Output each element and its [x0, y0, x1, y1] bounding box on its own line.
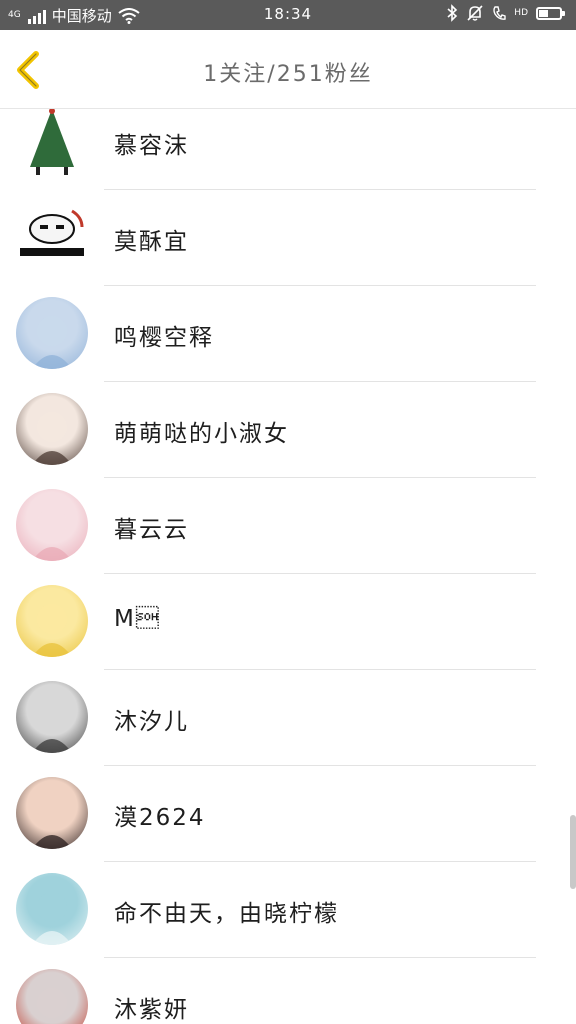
avatar[interactable]	[16, 201, 88, 273]
follower-list-item[interactable]: 慕容沫	[0, 109, 576, 190]
christmas-tree-icon	[30, 109, 74, 175]
header-bar: 1关注/251粉丝	[0, 30, 576, 109]
avatar-face-icon	[32, 316, 72, 369]
follower-list-item[interactable]: 命不由天，由晓柠檬	[0, 862, 576, 958]
follower-name: 慕容沫	[114, 133, 189, 159]
battery-level-fill	[539, 9, 548, 17]
avatar-face-icon	[37, 988, 67, 1018]
follower-name: 暮云云	[114, 517, 189, 543]
follower-list-item[interactable]: 萌萌哒的小淑女	[0, 382, 576, 478]
avatar[interactable]	[16, 585, 88, 657]
page-title: 1关注/251粉丝	[203, 62, 373, 87]
avatar-face-icon	[32, 508, 72, 561]
follower-list-item[interactable]: 漠2624	[0, 766, 576, 862]
follower-name: 沐紫妍	[114, 997, 189, 1023]
scrollbar-thumb[interactable]	[570, 815, 576, 889]
avatar[interactable]	[16, 969, 88, 1024]
follower-name: M	[114, 606, 161, 632]
battery-icon	[536, 6, 565, 20]
follower-list-item[interactable]: 沐紫妍	[0, 958, 576, 1024]
avatar-face-icon	[32, 604, 72, 657]
follower-list-item[interactable]: 沐汐儿	[0, 670, 576, 766]
follower-list-item[interactable]: 暮云云	[0, 478, 576, 574]
avatar[interactable]	[16, 489, 88, 561]
avatar[interactable]	[16, 109, 88, 177]
avatar[interactable]	[16, 777, 88, 849]
follower-name: 莫酥宜	[114, 229, 189, 255]
bluetooth-icon	[447, 4, 458, 22]
avatar[interactable]	[16, 873, 88, 945]
follower-name: 命不由天，由晓柠檬	[114, 901, 339, 927]
phone-hd-icon	[493, 6, 506, 20]
avatar-face-icon	[32, 892, 72, 945]
avatar-face-icon	[32, 412, 72, 465]
status-bar: 4G 中国移动 18:34 HD	[0, 0, 576, 30]
follower-list-item[interactable]: 莫酥宜	[0, 190, 576, 286]
meme-face-icon	[18, 209, 86, 259]
follower-name: 萌萌哒的小淑女	[114, 421, 289, 447]
avatar[interactable]	[16, 681, 88, 753]
avatar-face-icon	[32, 700, 72, 753]
avatar[interactable]	[16, 393, 88, 465]
avatar-face-icon	[32, 796, 72, 849]
follower-name: 漠2624	[114, 805, 206, 831]
follower-list-item[interactable]: M	[0, 574, 576, 670]
follower-list[interactable]: 慕容沫莫酥宜鸣樱空释萌萌哒的小淑女 暮云云 M 沐汐儿漠2624 命不由天，由晓柠檬沐…	[0, 109, 576, 1024]
mute-bell-icon	[467, 5, 483, 21]
follower-name: 沐汐儿	[114, 709, 189, 735]
follower-list-item[interactable]: 鸣樱空释	[0, 286, 576, 382]
follower-name: 鸣樱空释	[114, 325, 214, 351]
avatar[interactable]	[16, 297, 88, 369]
hd-label: HD	[514, 8, 528, 18]
status-right: HD	[446, 4, 565, 22]
